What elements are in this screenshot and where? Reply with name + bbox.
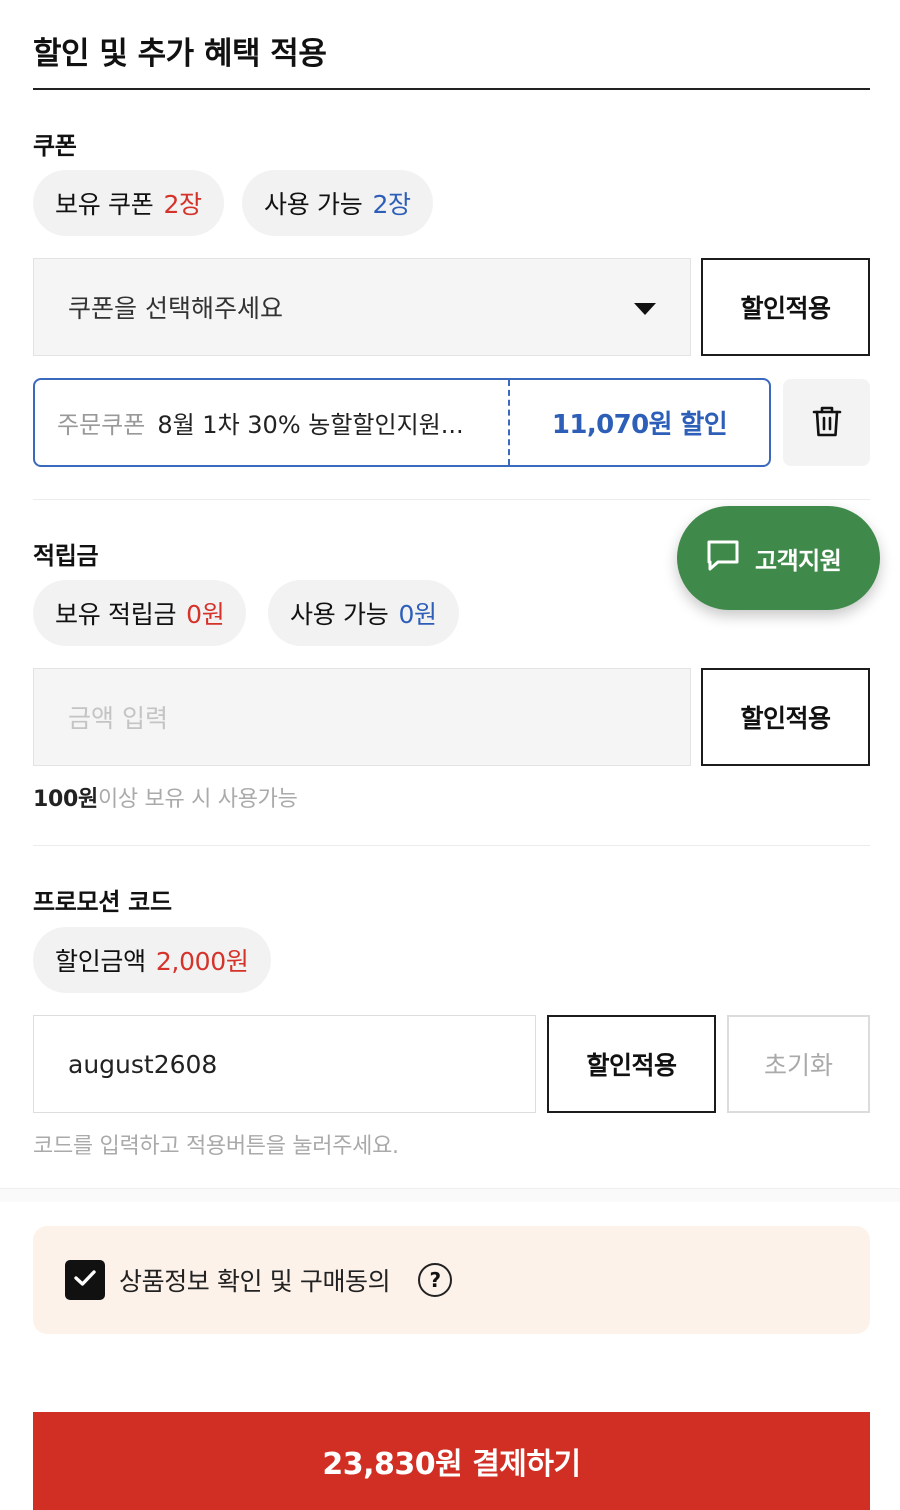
points-hint-text: 이상 보유 시 사용가능: [97, 787, 298, 812]
applied-coupon: 주문쿠폰 8월 1차 30% 농할할인지원... 11,070원 할인: [33, 378, 771, 467]
promo-discount-value: 2,000원: [155, 947, 249, 976]
owned-coupon-label: 보유 쿠폰: [55, 190, 154, 219]
owned-points-label: 보유 적립금: [55, 600, 177, 629]
agreement-label[interactable]: 상품정보 확인 및 구매동의: [119, 1262, 391, 1298]
coupon-select[interactable]: 쿠폰을 선택해주세요: [33, 258, 691, 356]
applied-coupon-discount: 11,070원 할인: [551, 410, 728, 440]
usable-points-label: 사용 가능: [290, 600, 389, 629]
purchase-agreement: 상품정보 확인 및 구매동의 ?: [33, 1226, 870, 1334]
usable-coupon-label: 사용 가능: [264, 190, 363, 219]
points-amount-input[interactable]: 금액 입력: [33, 668, 691, 766]
owned-coupon-badge: 보유 쿠폰 2장: [33, 170, 224, 236]
title-divider: [33, 88, 870, 90]
applied-coupon-name: 8월 1차 30% 농할할인지원...: [157, 411, 464, 439]
page-title: 할인 및 추가 혜택 적용: [33, 36, 327, 72]
usable-coupon-badge: 사용 가능 2장: [242, 170, 433, 236]
coupon-select-placeholder: 쿠폰을 선택해주세요: [68, 294, 283, 323]
promo-reset-button[interactable]: 초기화: [727, 1015, 870, 1113]
section-separator: [0, 1188, 900, 1202]
customer-support-button[interactable]: 고객지원: [677, 506, 880, 610]
section-divider: [33, 499, 870, 500]
delete-coupon-button[interactable]: [783, 379, 870, 466]
promo-code-input[interactable]: august2608: [33, 1015, 536, 1113]
pay-button[interactable]: 23,830원 결제하기: [33, 1412, 870, 1510]
points-amount-placeholder: 금액 입력: [68, 704, 168, 733]
owned-points-value: 0원: [186, 600, 225, 629]
applied-coupon-info: 주문쿠폰 8월 1차 30% 농할할인지원...: [35, 380, 510, 465]
applied-coupon-kind: 주문쿠폰: [57, 411, 146, 439]
checkmark-icon: [73, 1268, 97, 1292]
usable-points-value: 0원: [398, 600, 437, 629]
owned-points-badge: 보유 적립금 0원: [33, 580, 247, 646]
promo-hint: 코드를 입력하고 적용버튼을 눌러주세요.: [33, 1134, 399, 1159]
coupon-apply-button[interactable]: 할인적용: [701, 258, 870, 356]
promo-section-label: 프로모션 코드: [33, 888, 172, 916]
chat-icon: [705, 537, 741, 579]
usable-points-badge: 사용 가능 0원: [268, 580, 459, 646]
owned-coupon-count: 2장: [163, 190, 202, 219]
usable-coupon-count: 2장: [372, 190, 411, 219]
chevron-down-icon: [634, 293, 656, 322]
points-hint-min: 100원: [33, 787, 98, 812]
customer-support-label: 고객지원: [755, 546, 842, 575]
promo-discount-label: 할인금액: [55, 947, 146, 976]
points-hint: 100원이상 보유 시 사용가능: [33, 781, 298, 813]
trash-icon: [812, 405, 842, 441]
agreement-checkbox[interactable]: [65, 1260, 105, 1300]
promo-discount-badge: 할인금액 2,000원: [33, 927, 271, 993]
promo-code-value: august2608: [68, 1049, 218, 1079]
points-apply-button[interactable]: 할인적용: [701, 668, 870, 766]
coupon-section-label: 쿠폰: [33, 132, 77, 160]
section-divider: [33, 845, 870, 846]
promo-apply-button[interactable]: 할인적용: [547, 1015, 716, 1113]
question-icon[interactable]: ?: [418, 1263, 453, 1297]
points-section-label: 적립금: [33, 542, 99, 570]
